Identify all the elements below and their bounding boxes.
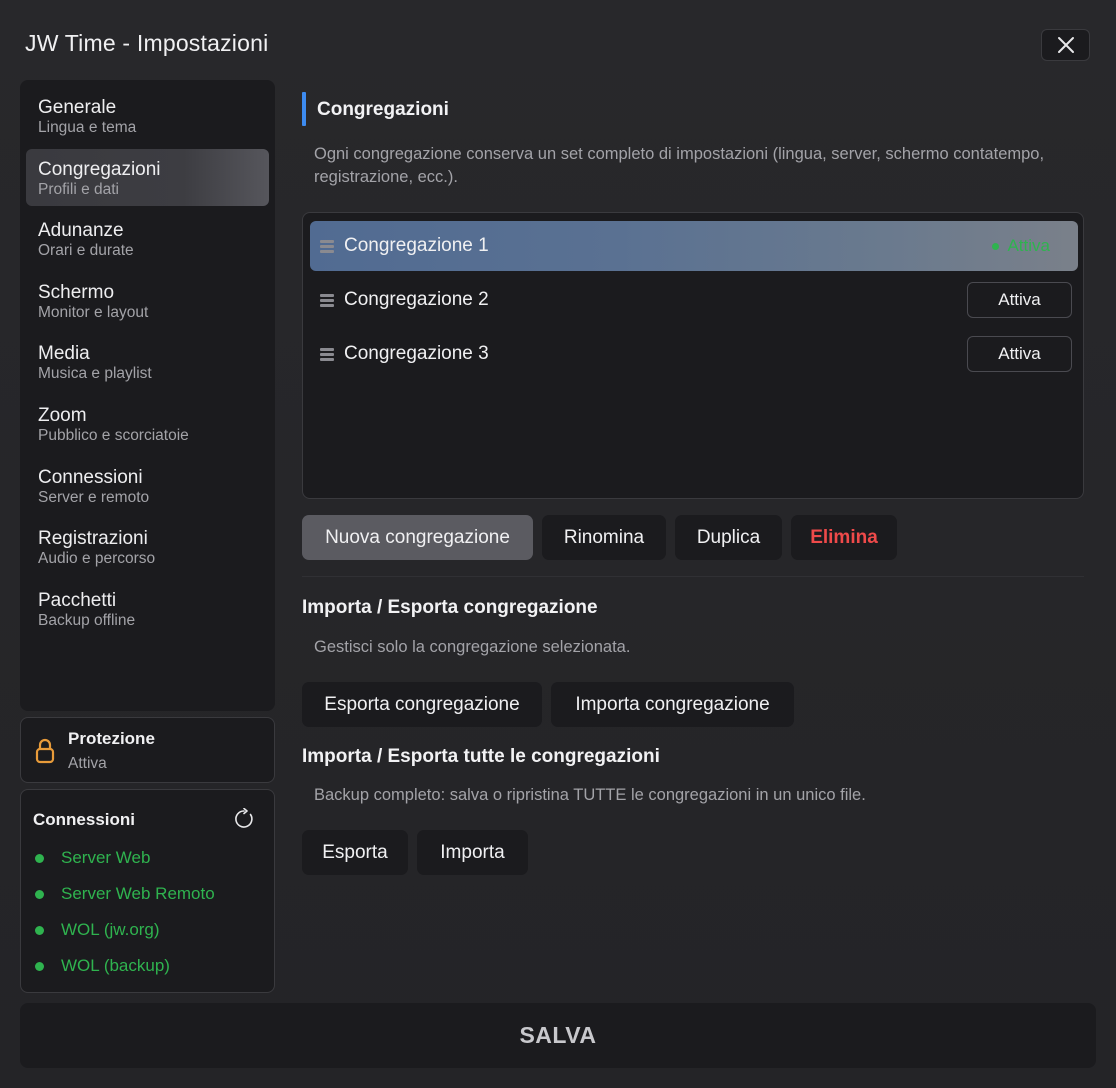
sidebar-item-label: Pacchetti [38,589,117,611]
sidebar: Generale Lingua e tema Congregazioni Pro… [20,80,275,711]
sidebar-item-label: Media [38,343,90,365]
protection-title: Protezione [68,729,155,748]
drag-handle-icon[interactable] [320,346,334,363]
sidebar-item-label: Schermo [38,281,115,303]
connection-label: WOL (jw.org) [61,920,160,939]
active-status: Attiva [992,236,1050,256]
section-title: Congregazioni [317,99,449,120]
connection-item: Server Web Remoto [35,883,215,905]
refresh-icon[interactable] [233,808,255,830]
congregation-row[interactable]: Congregazione 2 Attiva [310,275,1078,325]
import-all-button[interactable]: Importa [417,830,528,875]
sidebar-item-sub: Pubblico e scorciatoie [38,426,189,444]
sidebar-item-label: Connessioni [38,466,143,488]
sidebar-item-sub: Musica e playlist [38,365,152,383]
window-title: JW Time - Impostazioni [25,30,269,56]
import-congregation-button[interactable]: Importa congregazione [551,682,794,727]
congregation-name: Congregazione 2 [344,289,489,310]
sidebar-item-schermo[interactable]: Schermo Monitor e layout [26,272,269,329]
drag-handle-icon[interactable] [320,292,334,309]
section-description: Ogni congregazione conserva un set compl… [314,145,1045,186]
active-status-label: Attiva [1007,236,1050,255]
sidebar-item-sub: Audio e percorso [38,550,156,568]
connection-label: Server Web Remoto [61,884,215,903]
duplicate-button[interactable]: Duplica [675,515,782,560]
protection-status: Attiva [68,755,107,772]
congregation-list: Congregazione 1 Attiva Congregazione 2 A… [302,212,1084,499]
export-congregation-button[interactable]: Esporta congregazione [302,682,542,727]
sidebar-item-connessioni[interactable]: Connessioni Server e remoto [26,457,269,514]
sidebar-item-generale[interactable]: Generale Lingua e tema [26,87,269,144]
sidebar-item-registrazioni[interactable]: Registrazioni Audio e percorso [26,518,269,575]
congregation-row[interactable]: Congregazione 3 Attiva [310,329,1078,379]
status-dot [35,853,44,863]
import-export-all-description: Backup completo: salva o ripristina TUTT… [314,786,866,804]
congregation-row[interactable]: Congregazione 1 Attiva [310,221,1078,271]
congregation-name: Congregazione 1 [344,235,489,256]
sidebar-item-label: Congregazioni [38,158,161,180]
status-dot [35,961,44,971]
status-dot [35,889,44,899]
connection-item: WOL (jw.org) [35,919,160,941]
activate-button[interactable]: Attiva [967,336,1072,372]
connection-label: WOL (backup) [61,956,170,975]
sidebar-item-media[interactable]: Media Musica e playlist [26,333,269,390]
sidebar-item-congregazioni[interactable]: Congregazioni Profili e dati [26,148,269,206]
sidebar-item-sub: Orari e durate [38,242,134,260]
connections-card: Connessioni Server Web Server Web Remoto… [20,789,275,993]
close-button[interactable] [1041,29,1090,61]
sidebar-item-label: Adunanze [38,220,124,242]
sidebar-item-adunanze[interactable]: Adunanze Orari e durate [26,210,269,267]
new-congregation-button[interactable]: Nuova congregazione [302,515,533,560]
sidebar-item-sub: Backup offline [38,611,136,629]
connection-item: WOL (backup) [35,955,170,977]
export-all-button[interactable]: Esporta [302,830,408,875]
sidebar-item-sub: Server e remoto [38,488,150,506]
rename-button[interactable]: Rinomina [542,515,666,560]
connection-label: Server Web [61,848,151,867]
import-export-all-title: Importa / Esporta tutte le congregazioni [302,746,660,767]
import-export-single-title: Importa / Esporta congregazione [302,597,598,618]
lock-icon [35,738,55,764]
close-icon [1057,37,1074,53]
status-dot [35,925,44,935]
congregation-name: Congregazione 3 [344,343,489,364]
sidebar-item-label: Zoom [38,404,87,426]
import-export-single-description: Gestisci solo la congregazione seleziona… [314,638,631,656]
drag-handle-icon[interactable] [320,238,334,255]
sidebar-item-zoom[interactable]: Zoom Pubblico e scorciatoie [26,395,269,452]
sidebar-item-pacchetti[interactable]: Pacchetti Backup offline [26,580,269,637]
delete-button[interactable]: Elimina [791,515,897,560]
sidebar-item-sub: Monitor e layout [38,303,149,321]
activate-button[interactable]: Attiva [967,282,1072,318]
divider [302,576,1084,577]
connection-item: Server Web [35,847,150,869]
sidebar-item-sub: Profili e dati [38,180,119,198]
protection-card[interactable]: Protezione Attiva [20,717,275,783]
section-accent-bar [302,92,306,126]
sidebar-item-label: Registrazioni [38,528,148,550]
status-dot [992,242,1000,250]
connections-title: Connessioni [33,810,136,829]
sidebar-item-sub: Lingua e tema [38,119,137,136]
save-button[interactable]: SALVA [20,1003,1096,1068]
sidebar-item-label: Generale [38,97,117,118]
